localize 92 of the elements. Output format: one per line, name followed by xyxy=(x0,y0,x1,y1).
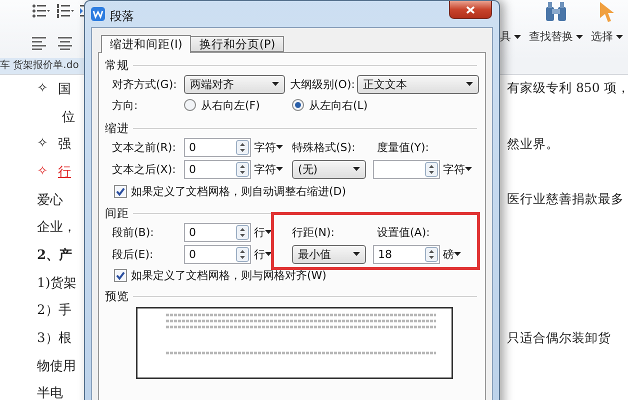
radio-option[interactable]: 从右向左(F) xyxy=(184,98,292,112)
ribbon-button[interactable]: 选择 xyxy=(591,0,623,44)
caret-icon xyxy=(353,252,360,256)
document-text: 只适合偶尔装卸货 xyxy=(507,330,612,347)
bullet-symbol: ✧ xyxy=(37,162,48,181)
document-tab[interactable]: 车 货架报价单.do xyxy=(0,58,84,74)
field-label: 文本之前(R): xyxy=(112,140,177,154)
caret-icon xyxy=(276,167,283,171)
radio-icon[interactable] xyxy=(292,99,304,111)
spinner-icon[interactable] xyxy=(425,246,438,262)
unit-dropdown[interactable]: 行 xyxy=(254,222,290,242)
document-text: 爱心 xyxy=(37,192,63,209)
number-field[interactable]: 0 xyxy=(184,138,251,156)
caret-icon xyxy=(466,82,473,86)
field-label: 度量值(Y): xyxy=(377,140,430,154)
align-center-icon[interactable] xyxy=(56,36,74,50)
document-text: 然业界。 xyxy=(507,136,560,153)
ribbon-button[interactable]: 具 xyxy=(500,0,521,44)
caret-icon xyxy=(616,34,623,38)
field-label: 对齐方式(G): xyxy=(112,76,178,92)
number-field[interactable]: 0 xyxy=(184,244,251,264)
numbered-list-icon[interactable] xyxy=(56,4,74,18)
dropdown[interactable]: 正文文本 xyxy=(356,74,479,94)
unit-dropdown[interactable]: 字符 xyxy=(254,160,290,178)
number-field[interactable]: 0 xyxy=(184,222,251,242)
unit-dropdown[interactable]: 字符 xyxy=(443,160,479,178)
bullet-symbol: ✧ xyxy=(37,80,48,98)
document-text: 有家级专利 850 项， xyxy=(507,80,628,98)
cursor-arrow-icon xyxy=(598,1,616,23)
field-label: 段前(B): xyxy=(112,224,155,240)
document-text: 强 xyxy=(58,136,71,154)
caret-icon xyxy=(353,167,360,171)
section-heading: 缩进 xyxy=(105,120,129,136)
unit-dropdown[interactable]: 行 xyxy=(254,244,290,264)
document-text: 2、产 xyxy=(37,246,72,264)
spinner-icon[interactable] xyxy=(236,246,249,262)
checkbox-option[interactable]: 如果定义了文档网格，则自动调整右缩进(D) xyxy=(114,184,346,198)
dropdown[interactable]: 最小值 xyxy=(292,244,366,264)
field-label: 特殊格式(S): xyxy=(292,140,356,154)
section-heading: 预览 xyxy=(105,288,129,304)
field-label: 行距(N): xyxy=(292,224,336,240)
number-field[interactable]: 18 xyxy=(373,244,440,264)
document-text: 1)货架 xyxy=(37,274,76,292)
tab[interactable]: 换行和分页(P) xyxy=(190,36,284,52)
radio-option[interactable]: 从左向右(L) xyxy=(292,98,368,112)
spinner-icon[interactable] xyxy=(236,140,249,154)
bullet-symbol: ✧ xyxy=(37,135,48,154)
field-label: 方向: xyxy=(112,98,139,112)
spinner-icon[interactable] xyxy=(425,162,438,176)
spinner-icon[interactable] xyxy=(236,224,249,240)
caret-icon xyxy=(576,34,583,38)
caret-icon xyxy=(454,252,461,256)
document-text: 行 xyxy=(58,164,71,181)
section-heading: 常规 xyxy=(105,58,129,72)
dialog-title: 段落 xyxy=(110,8,134,25)
document-text: 3）根 xyxy=(37,330,72,348)
document-text: 半电 xyxy=(37,385,63,400)
number-field[interactable]: 0 xyxy=(184,160,251,178)
section-heading: 间距 xyxy=(105,206,129,220)
unit-dropdown[interactable]: 字符 xyxy=(254,138,290,156)
document-text: 医行业慈善捐款最多 xyxy=(507,191,625,208)
checkbox-option[interactable]: 如果定义了文档网格，则与网格对齐(W) xyxy=(114,268,326,282)
field-label: 文本之后(X): xyxy=(112,162,177,176)
document-text: 国 xyxy=(58,80,71,98)
close-button[interactable] xyxy=(449,1,492,19)
caret-icon xyxy=(276,145,283,149)
field-label: 段后(E): xyxy=(112,246,154,262)
binoculars-icon xyxy=(543,1,569,23)
ribbon-button[interactable]: 查找替换 xyxy=(529,0,583,44)
tab[interactable]: 缩进和间距(I) xyxy=(101,35,192,53)
field-label: 设置值(A): xyxy=(377,224,430,240)
unit-dropdown[interactable]: 磅 xyxy=(443,244,479,264)
field-label: 大纲级别(O): xyxy=(290,76,355,92)
document-text: 物使用 xyxy=(37,358,76,375)
caret-icon xyxy=(265,252,272,256)
document-text: 企业， xyxy=(37,219,76,236)
checkbox-icon[interactable] xyxy=(114,184,127,198)
dropdown[interactable]: (无) xyxy=(292,160,366,178)
spinner-icon[interactable] xyxy=(236,162,249,176)
close-icon xyxy=(466,6,475,14)
radio-icon[interactable] xyxy=(184,99,196,111)
app-logo-icon xyxy=(91,7,105,21)
caret-icon xyxy=(514,34,521,38)
caret-icon xyxy=(465,167,472,171)
document-text: 2）手 xyxy=(37,302,72,320)
caret-icon xyxy=(265,230,272,234)
document-text: 位 xyxy=(62,108,75,126)
bullet-list-icon[interactable] xyxy=(32,4,50,18)
number-field[interactable] xyxy=(373,160,440,178)
caret-icon xyxy=(272,82,279,86)
dropdown[interactable]: 两端对齐 xyxy=(184,74,285,94)
checkbox-icon[interactable] xyxy=(114,268,127,282)
